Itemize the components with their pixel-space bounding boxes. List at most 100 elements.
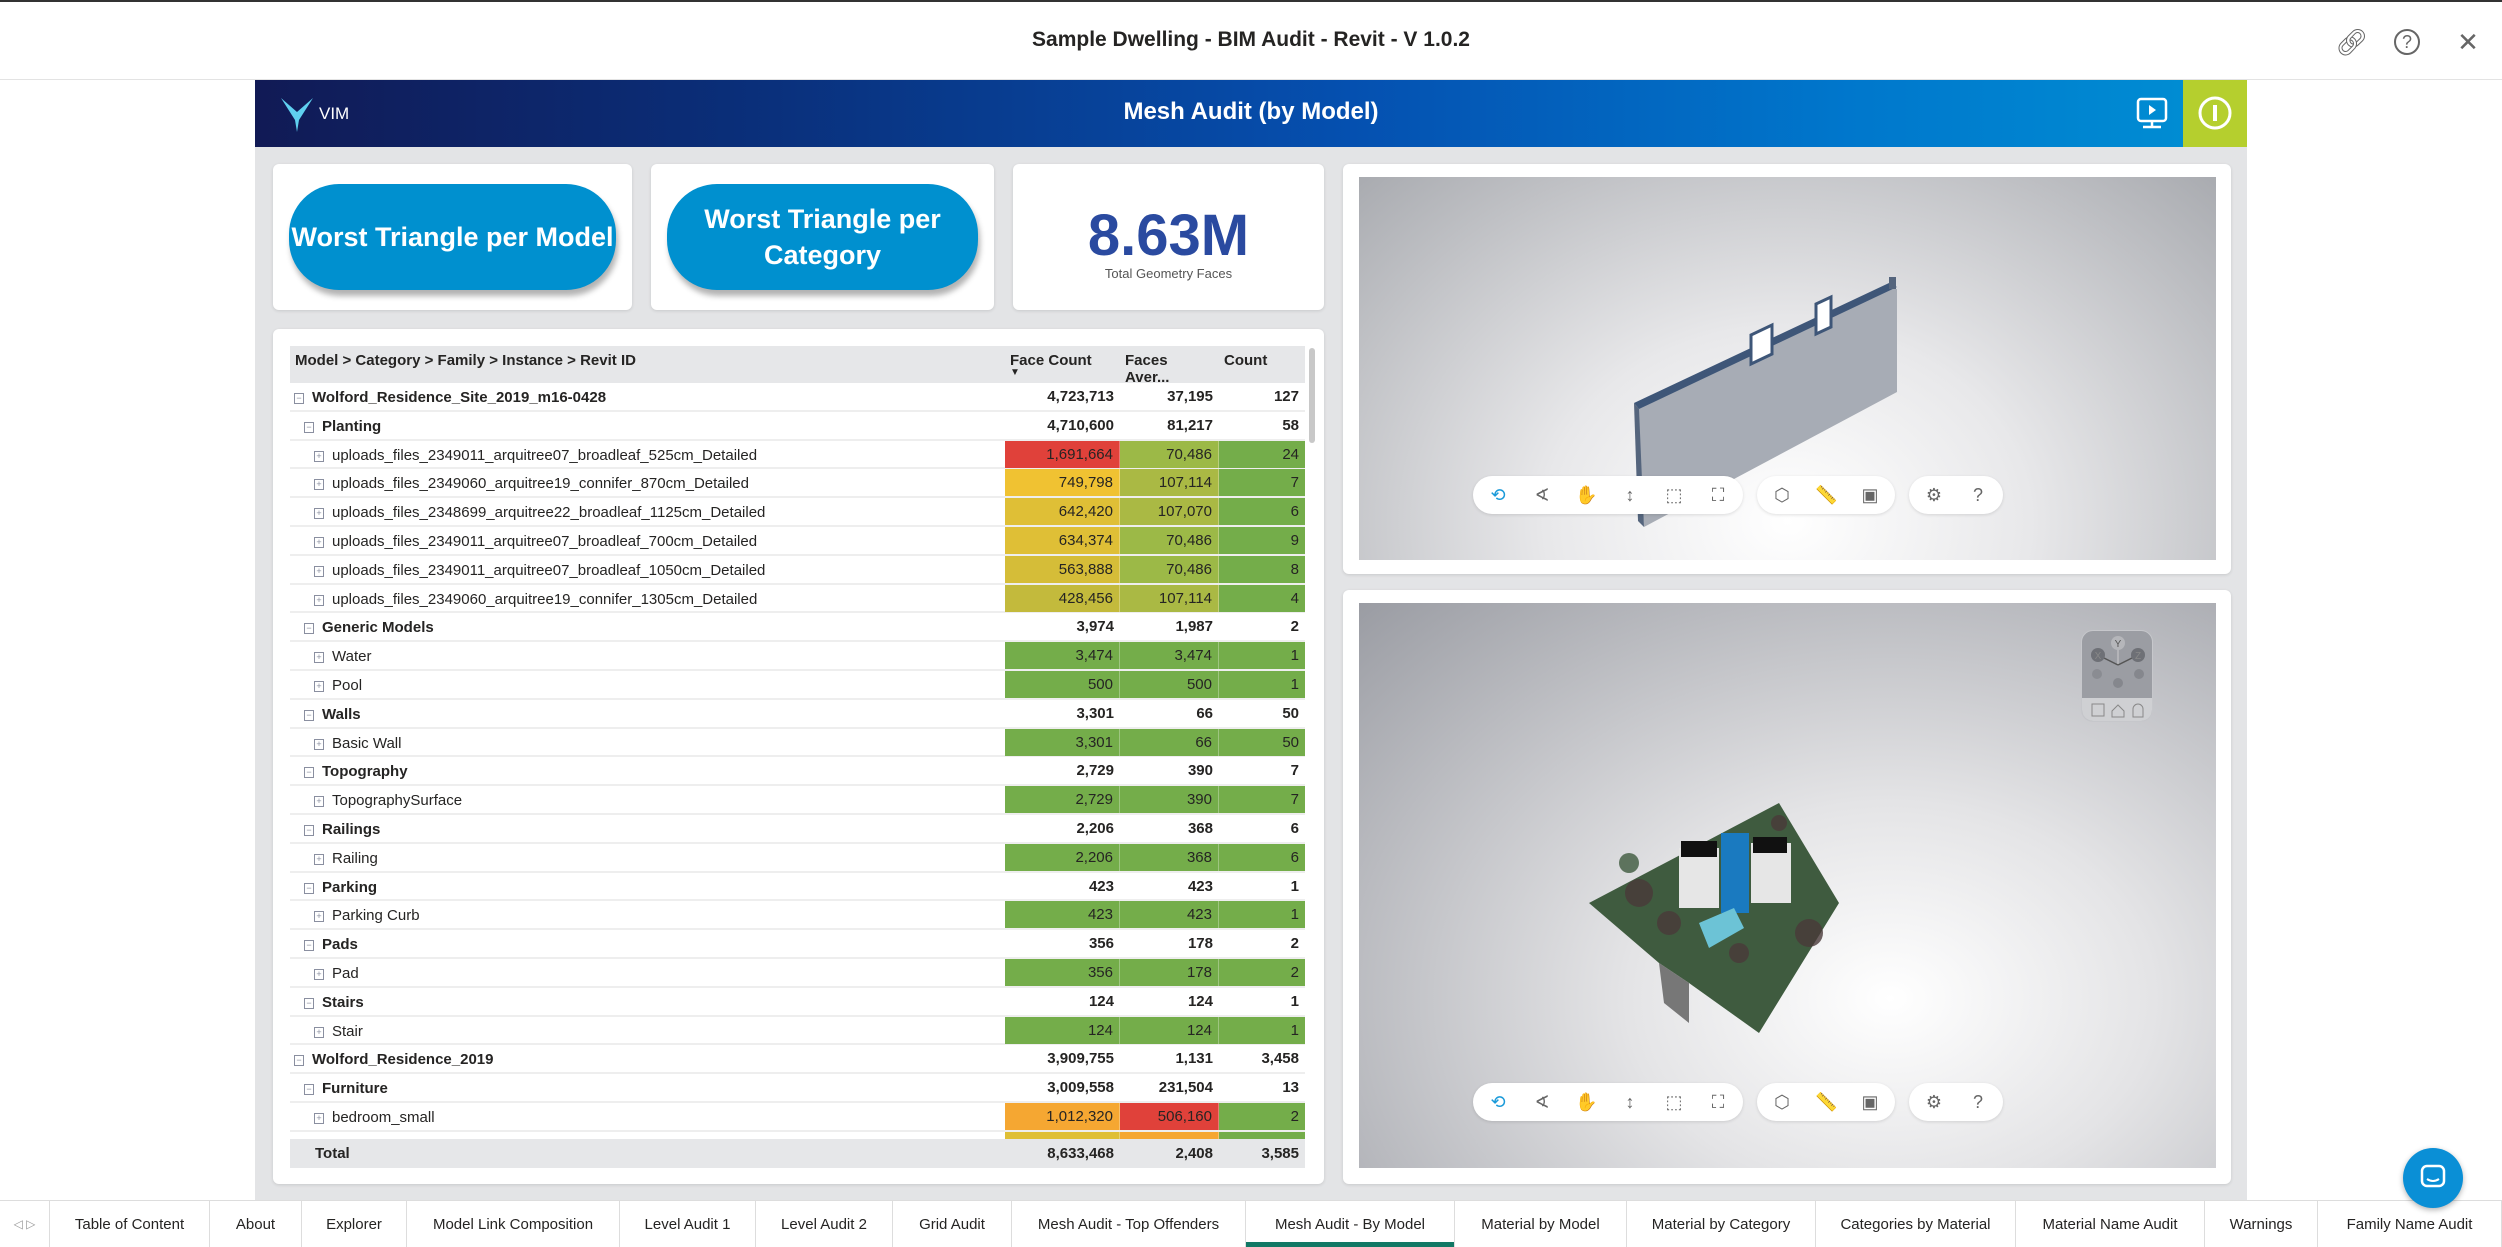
category-row[interactable]: − Pads 356 178 2 [290,930,1305,959]
collapse-icon[interactable]: − [304,421,314,433]
category-row[interactable]: − Walls 3,301 66 50 [290,700,1305,729]
family-row[interactable]: + Parking Curb 423 423 1 [290,901,1305,931]
collapse-icon[interactable]: − [304,767,314,779]
model-row[interactable]: − Wolford_Residence_2019 3,909,755 1,131 3,4… [290,1045,1305,1075]
category-row[interactable]: − Stairs 124 124 1 [290,988,1305,1017]
tab-categories-by-material[interactable]: Categories by Material [1816,1201,2016,1247]
family-row[interactable]: + bedroom_small 1,012,320 506,160 2 [290,1102,1305,1132]
expand-icon[interactable]: + [314,479,324,491]
isolate-icon[interactable]: ⬡ [1771,1091,1793,1113]
tab-about[interactable]: About [210,1201,302,1247]
column-header-hierarchy[interactable]: Model > Category > Family > Instance > R… [290,346,1005,383]
tab-mesh-audit-top-offenders[interactable]: Mesh Audit - Top Offenders [1012,1201,1246,1247]
tab-warnings[interactable]: Warnings [2205,1201,2318,1247]
collapse-icon[interactable]: − [304,997,314,1009]
expand-icon[interactable]: + [314,968,324,980]
family-row[interactable]: + uploads_files_2348699_arquitree22_broad… [290,498,1305,527]
family-row[interactable]: + uploads_files_2349011_arquitree07_broad… [290,440,1305,470]
help-icon[interactable]: ? [1967,1091,1989,1113]
frame-icon[interactable]: ⛶ [1707,1091,1729,1113]
model-row[interactable]: − Wolford_Residence_Site_2019_m16-0428 4,7… [290,383,1305,412]
family-row[interactable]: + Pool 500 500 1 [290,670,1305,700]
orbit-icon[interactable]: ⟲ [1487,484,1509,506]
zoom-icon[interactable]: ↕ [1619,1091,1641,1113]
isolate-icon[interactable]: ⬡ [1771,484,1793,506]
section-box-icon[interactable]: ▣ [1859,1091,1881,1113]
collapse-icon[interactable]: − [294,1055,304,1067]
family-row[interactable]: + Water 3,474 3,474 1 [290,642,1305,671]
family-row[interactable]: + Railing 2,206 368 6 [290,843,1305,873]
family-row[interactable]: + uploads_files_2349060_arquitree19_conni… [290,469,1305,499]
family-row[interactable]: + uploads_files_2349011_arquitree07_broad… [290,526,1305,556]
category-row[interactable]: − Railings 2,206 368 6 [290,815,1305,844]
column-header-faces-average[interactable]: Faces Aver... [1120,346,1219,386]
pan-icon[interactable]: ✋ [1575,484,1597,506]
frame-icon[interactable]: ⛶ [1707,484,1729,506]
family-row[interactable]: + [290,1131,1305,1139]
family-row[interactable]: + uploads_files_2349011_arquitree07_broad… [290,555,1305,585]
expand-icon[interactable]: + [314,1026,324,1038]
category-row[interactable]: − Parking 423 423 1 [290,873,1305,902]
family-row[interactable]: + Stair 124 124 1 [290,1016,1305,1046]
tab-level-audit-1[interactable]: Level Audit 1 [620,1201,756,1247]
expand-icon[interactable]: + [314,652,324,664]
viewer-bottom-viewport[interactable]: Y X Z ⟲ ∢ ✋ ↕ ⬚ ⛶ ⬡ 📏 ▣ ⚙? [1359,603,2216,1168]
column-header-count[interactable]: Count [1219,346,1305,383]
measure-icon[interactable]: 📏 [1815,484,1837,506]
expand-icon[interactable]: + [314,594,324,606]
tab-table-of-content[interactable]: Table of Content [50,1201,210,1247]
help-icon[interactable]: ? [2394,29,2420,55]
measure-icon[interactable]: 📏 [1815,1091,1837,1113]
tab-grid-audit[interactable]: Grid Audit [893,1201,1012,1247]
close-icon[interactable]: ✕ [2452,26,2484,58]
tab-mesh-audit-by-model[interactable]: Mesh Audit - By Model [1246,1201,1455,1247]
info-button[interactable] [2183,80,2247,147]
look-icon[interactable]: ∢ [1531,1091,1553,1113]
family-row[interactable]: + Pad 356 178 2 [290,958,1305,988]
expand-icon[interactable]: + [314,565,324,577]
settings-icon[interactable]: ⚙ [1923,1091,1945,1113]
category-row[interactable]: − Topography 2,729 390 7 [290,757,1305,787]
category-row[interactable]: − Furniture 3,009,558 231,504 13 [290,1074,1305,1103]
worst-triangle-per-category-button[interactable]: Worst Triangle per Category [667,184,978,290]
zoom-window-icon[interactable]: ⬚ [1663,1091,1685,1113]
collapse-icon[interactable]: − [304,824,314,836]
family-row[interactable]: + TopographySurface 2,729 390 7 [290,786,1305,815]
table-scrollbar[interactable] [1309,348,1317,1138]
tab-model-link-composition[interactable]: Model Link Composition [407,1201,620,1247]
expand-icon[interactable]: + [314,1112,324,1124]
column-header-face-count[interactable]: Face Count ▼ [1005,346,1120,383]
tab-material-by-model[interactable]: Material by Model [1455,1201,1627,1247]
settings-icon[interactable]: ⚙ [1923,484,1945,506]
family-row[interactable]: + Basic Wall 3,301 66 50 [290,728,1305,758]
collapse-icon[interactable]: − [304,882,314,894]
expand-icon[interactable]: + [314,738,324,750]
worst-triangle-per-model-button[interactable]: Worst Triangle per Model [289,184,616,290]
link-icon[interactable]: 🔗︎ [2335,26,2368,58]
collapse-icon[interactable]: − [304,709,314,721]
family-row[interactable]: + uploads_files_2349060_arquitree19_conni… [290,584,1305,614]
chat-button[interactable] [2403,1148,2463,1208]
tab-explorer[interactable]: Explorer [302,1201,407,1247]
expand-icon[interactable]: + [314,508,324,520]
category-row[interactable]: − Generic Models 3,974 1,987 2 [290,613,1305,643]
pan-icon[interactable]: ✋ [1575,1091,1597,1113]
expand-icon[interactable]: + [314,911,324,923]
navigation-cube[interactable]: Y X Z [2081,630,2153,722]
look-icon[interactable]: ∢ [1531,484,1553,506]
orbit-icon[interactable]: ⟲ [1487,1091,1509,1113]
viewer-top-viewport[interactable]: ⟲ ∢ ✋ ↕ ⬚ ⛶ ⬡ 📏 ▣ ⚙? [1359,177,2216,560]
category-row[interactable]: − Planting 4,710,600 81,217 58 [290,412,1305,441]
help-icon[interactable]: ? [1967,484,1989,506]
collapse-icon[interactable]: − [304,623,314,635]
presentation-icon[interactable] [2135,96,2169,132]
expand-icon[interactable]: + [314,796,324,808]
expand-icon[interactable]: + [314,680,324,692]
tab-scroll-arrows[interactable]: ◁ ▷ [0,1201,50,1247]
expand-icon[interactable]: + [314,450,324,462]
section-box-icon[interactable]: ▣ [1859,484,1881,506]
collapse-icon[interactable]: − [304,940,314,952]
expand-icon[interactable]: + [314,536,324,548]
collapse-icon[interactable]: − [304,1084,314,1096]
tab-level-audit-2[interactable]: Level Audit 2 [756,1201,893,1247]
